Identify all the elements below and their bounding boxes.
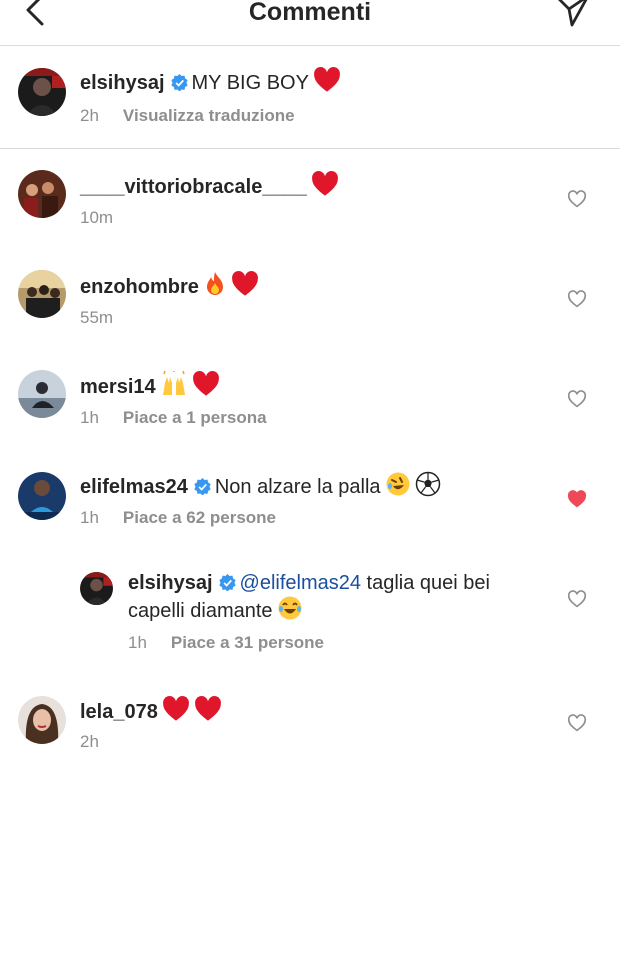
timestamp: 10m — [80, 208, 114, 227]
translate-link[interactable]: Visualizza traduzione — [123, 106, 295, 126]
comment-meta: 2h — [80, 732, 99, 752]
reply-line-1: elsihysaj @elifelmas24 taglia quei bei — [128, 571, 490, 595]
comment-text: Non alzare la palla — [214, 476, 381, 498]
red-heart-emoji-icon — [162, 696, 189, 721]
avatar[interactable] — [18, 696, 66, 744]
heart-outline-icon[interactable] — [567, 714, 587, 732]
timestamp: 2h — [80, 732, 99, 751]
comment-meta: 55m — [80, 308, 113, 328]
username[interactable]: ____vittoriobracale____ — [80, 176, 307, 198]
tears-of-joy-emoji-icon — [278, 596, 302, 620]
reply-meta: 1h Piace a 31 persone — [128, 633, 324, 653]
page-title: Commenti — [248, 0, 372, 26]
reply-text: taglia quei bei — [366, 572, 490, 594]
verified-badge-icon — [194, 478, 211, 495]
comment-meta: 1h Piace a 62 persone — [80, 508, 276, 528]
reply-row: elsihysaj @elifelmas24 taglia quei bei ca… — [0, 560, 620, 680]
avatar[interactable] — [18, 170, 66, 218]
red-heart-emoji-icon — [314, 67, 340, 92]
header: Commenti — [0, 0, 620, 46]
timestamp: 55m — [80, 308, 114, 327]
heart-outline-icon[interactable] — [567, 590, 587, 608]
avatar[interactable] — [80, 572, 113, 605]
mention-link[interactable]: @elifelmas24 — [240, 572, 361, 594]
reply-line-2: capelli diamante — [128, 595, 303, 623]
heart-filled-icon[interactable] — [567, 490, 587, 508]
avatar[interactable] — [18, 68, 66, 116]
username[interactable]: mersi14 — [80, 376, 156, 398]
avatar[interactable] — [18, 270, 66, 318]
caption-text: MY BIG BOY — [191, 72, 309, 94]
heart-outline-icon[interactable] — [567, 290, 587, 308]
heart-outline-icon[interactable] — [567, 190, 587, 208]
comment-row: enzohombre 55m — [0, 248, 620, 348]
comment-line: lela_078 — [80, 696, 222, 724]
comment-meta: 1h Piace a 1 persona — [80, 408, 267, 428]
red-heart-emoji-icon — [231, 271, 258, 296]
rolling-laughing-emoji-icon — [386, 472, 410, 496]
post-caption: elsihysaj MY BIG BOY 2h Visualizza traduzi… — [0, 46, 620, 149]
comment-line: ____vittoriobracale____ — [80, 171, 339, 199]
avatar[interactable] — [18, 472, 66, 520]
comment-line: mersi14 — [80, 371, 220, 399]
comment-row: ____vittoriobracale____ 10m — [0, 148, 620, 248]
paper-plane-icon[interactable] — [552, 0, 592, 28]
verified-badge-icon — [218, 574, 236, 591]
comment-row: lela_078 2h — [0, 674, 620, 774]
comment-line: enzohombre — [80, 271, 259, 299]
timestamp: 1h — [80, 508, 99, 527]
caption-meta: 2h Visualizza traduzione — [80, 106, 295, 126]
username[interactable]: lela_078 — [80, 701, 158, 723]
timestamp: 1h — [128, 633, 147, 652]
red-heart-emoji-icon — [192, 371, 219, 396]
fire-emoji-icon — [206, 272, 223, 295]
comment-row: mersi14 1h Piace a 1 persona — [0, 348, 620, 448]
username[interactable]: elifelmas24 — [80, 476, 188, 498]
comment-line: elifelmas24 Non alzare la palla — [80, 471, 441, 499]
red-heart-emoji-icon — [194, 696, 221, 721]
timestamp: 1h — [80, 408, 99, 427]
caption-line: elsihysaj MY BIG BOY — [80, 67, 341, 95]
soccer-ball-emoji-icon — [415, 471, 440, 497]
username[interactable]: elsihysaj — [128, 572, 213, 594]
reply-text: capelli diamante — [128, 600, 273, 622]
red-heart-emoji-icon — [311, 171, 338, 196]
comment-meta: 10m — [80, 208, 113, 228]
username[interactable]: elsihysaj — [80, 72, 165, 94]
like-count[interactable]: Piace a 62 persone — [123, 508, 276, 528]
avatar[interactable] — [18, 370, 66, 418]
like-count[interactable]: Piace a 1 persona — [123, 408, 267, 428]
timestamp: 2h — [80, 106, 99, 125]
raising-hands-emoji-icon — [162, 371, 185, 395]
heart-outline-icon[interactable] — [567, 390, 587, 408]
comment-row: elifelmas24 Non alzare la palla 1h Piace a… — [0, 448, 620, 560]
username[interactable]: enzohombre — [80, 276, 199, 298]
verified-badge-icon — [170, 74, 188, 91]
like-count[interactable]: Piace a 31 persone — [171, 633, 324, 653]
